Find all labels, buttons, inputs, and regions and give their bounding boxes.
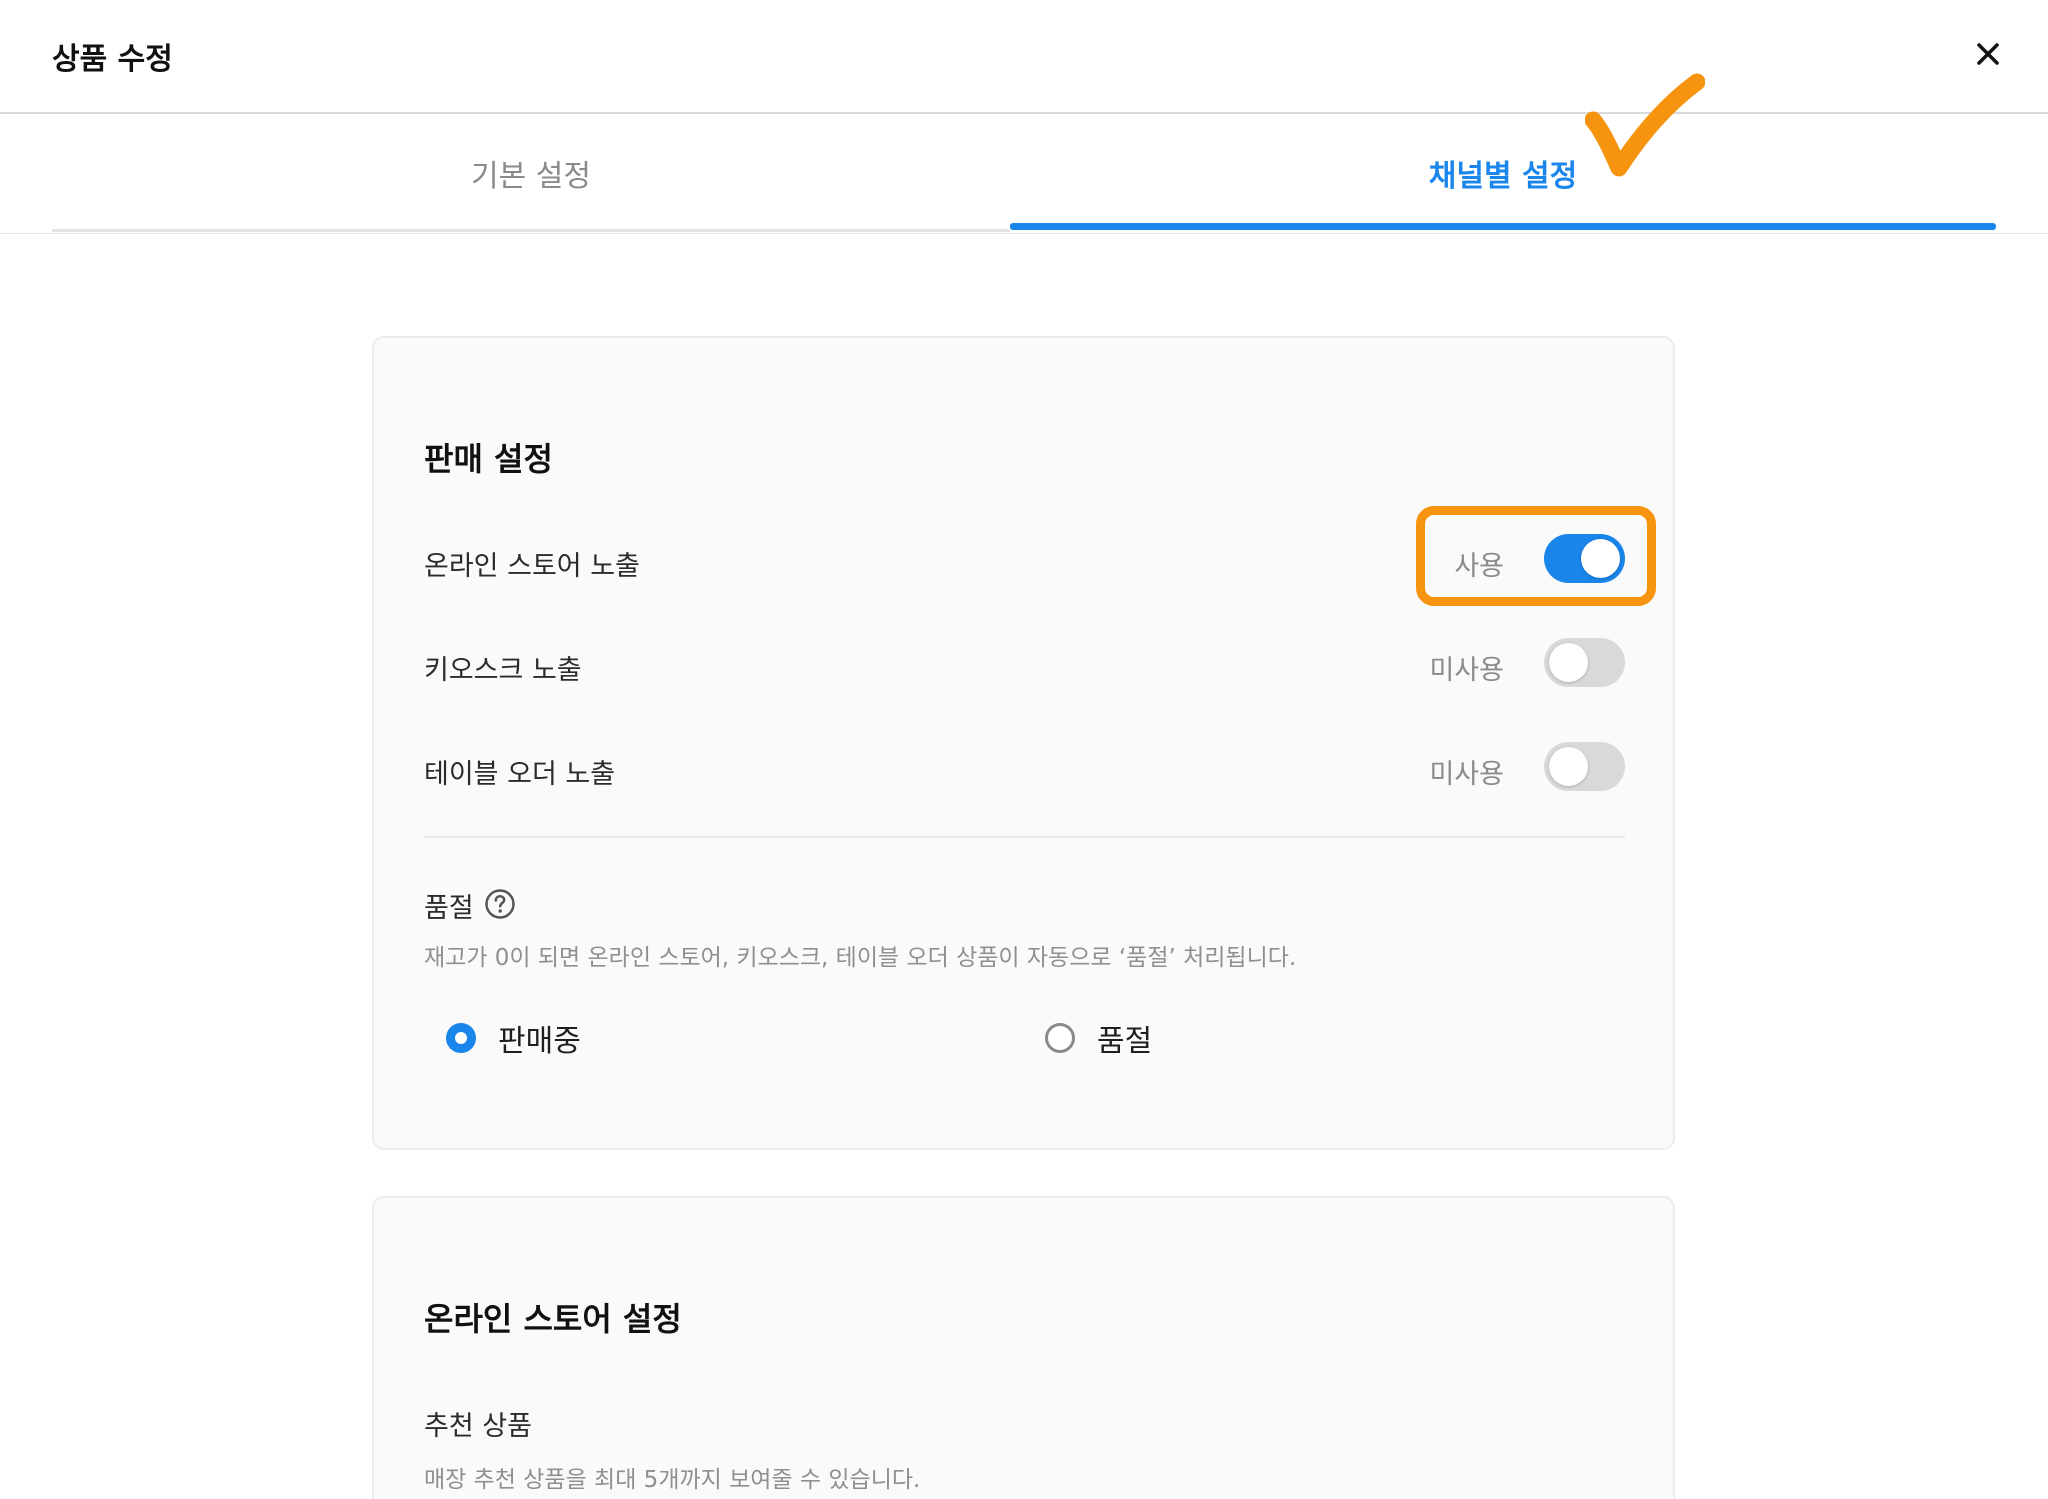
toggle-status-text: 미사용 <box>1429 759 1504 790</box>
toggle-knob <box>1549 747 1588 786</box>
table-order-exposure-toggle[interactable] <box>1544 742 1625 791</box>
tab-channel-settings[interactable]: 채널별 설정 <box>1010 114 1996 232</box>
orange-checkmark-icon <box>1585 73 1705 177</box>
section-title: 온라인 스토어 설정 <box>424 1300 682 1338</box>
radio-label: 품절 <box>1097 1024 1153 1059</box>
radio-button-checked <box>446 1023 476 1053</box>
tab-label: 기본 설정 <box>471 159 591 194</box>
question-circle-icon[interactable] <box>484 888 516 920</box>
divider <box>424 836 1625 838</box>
recommended-products-label: 추천 상품 <box>424 1411 532 1442</box>
online-store-settings-card: 온라인 스토어 설정 추천 상품 매장 추천 상품을 최대 5개까지 보여줄 수… <box>372 1196 1675 1499</box>
kiosk-exposure-label: 키오스크 노출 <box>424 655 582 686</box>
radio-sold-out[interactable]: 품절 <box>1045 1016 1152 1060</box>
radio-button-unchecked <box>1045 1023 1075 1053</box>
radio-on-sale[interactable]: 판매중 <box>446 1016 581 1060</box>
section-title: 판매 설정 <box>424 440 553 478</box>
recommended-products-description: 매장 추천 상품을 최대 5개까지 보여줄 수 있습니다. <box>424 1467 921 1493</box>
tab-active-underline <box>1010 223 1996 230</box>
radio-label: 판매중 <box>498 1024 581 1059</box>
orange-highlight-box <box>1416 506 1656 606</box>
tab-inactive-underline <box>52 229 1010 232</box>
soldout-label: 품절 <box>424 893 474 924</box>
sales-settings-card: 판매 설정 온라인 스토어 노출 사용 키오스크 노출 미사용 테이블 오더 노… <box>372 336 1675 1150</box>
soldout-description: 재고가 0이 되면 온라인 스토어, 키오스크, 테이블 오더 상품이 자동으로… <box>424 945 1297 971</box>
close-button[interactable] <box>1968 34 2008 74</box>
table-order-exposure-label: 테이블 오더 노출 <box>424 759 616 790</box>
tab-bar: 기본 설정 채널별 설정 <box>0 114 2048 234</box>
page-title: 상품 수정 <box>52 42 173 77</box>
close-icon <box>1977 43 1999 65</box>
product-edit-page: 상품 수정 기본 설정 채널별 설정 판매 설정 온라인 스토어 노출 사용 키… <box>0 0 2048 1499</box>
tab-label: 채널별 설정 <box>1428 159 1578 194</box>
kiosk-exposure-toggle[interactable] <box>1544 638 1625 687</box>
toggle-status-text: 미사용 <box>1429 655 1504 686</box>
toggle-knob <box>1549 643 1588 682</box>
modal-header: 상품 수정 <box>0 0 2048 114</box>
tab-basic-settings[interactable]: 기본 설정 <box>52 114 1010 232</box>
online-store-exposure-label: 온라인 스토어 노출 <box>424 551 640 582</box>
